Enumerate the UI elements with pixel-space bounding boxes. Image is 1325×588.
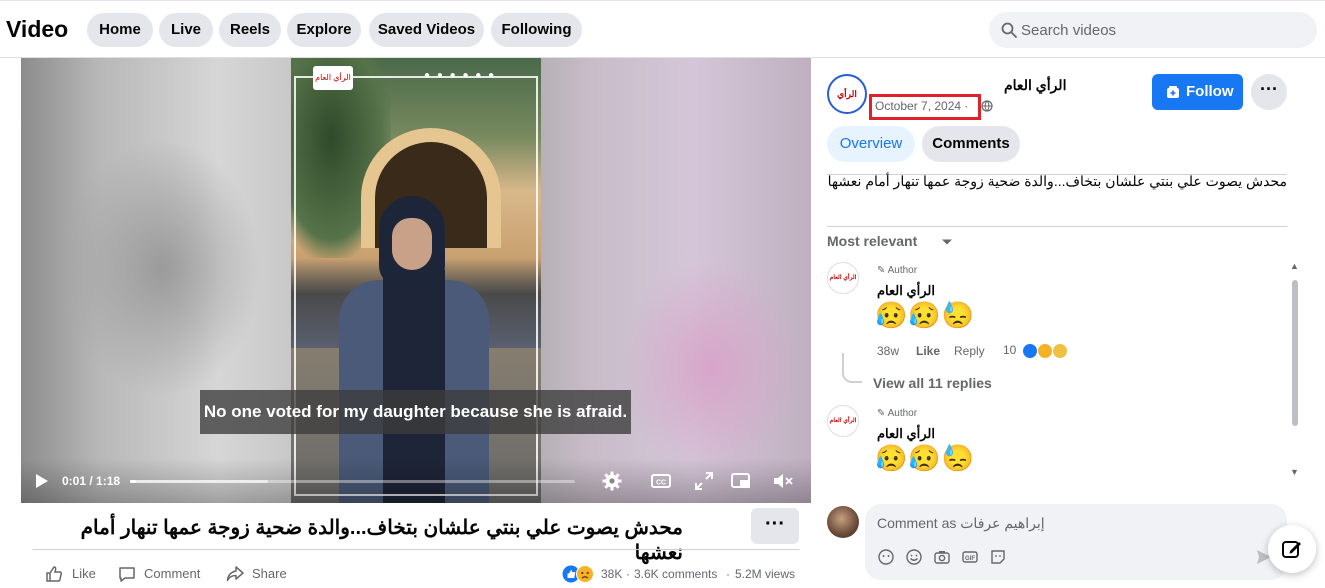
comment-input[interactable] bbox=[877, 508, 1273, 538]
more-options-button[interactable]: ··· bbox=[751, 508, 799, 544]
top-bar: Video Home Live Reels Explore Saved Vide… bbox=[0, 0, 1325, 58]
like-label: Like bbox=[72, 566, 96, 581]
haha-reaction-icon bbox=[1037, 342, 1054, 359]
separator: · bbox=[626, 567, 630, 581]
divider bbox=[827, 226, 1287, 227]
avatar-sticker-icon[interactable] bbox=[877, 548, 895, 566]
channel-watermark-logo: الرأي العام bbox=[313, 66, 353, 90]
view-replies-link[interactable]: View all 11 replies bbox=[873, 375, 992, 391]
pip-icon[interactable] bbox=[730, 470, 752, 492]
nav-reels[interactable]: Reels bbox=[219, 13, 281, 47]
emoji-icon[interactable] bbox=[905, 548, 923, 566]
separator: · bbox=[726, 567, 730, 581]
post-date[interactable]: October 7, 2024 · bbox=[875, 99, 968, 113]
author-badge: ✎ Author bbox=[877, 265, 918, 276]
settings-icon[interactable] bbox=[601, 470, 623, 492]
svg-text:GIF: GIF bbox=[965, 556, 975, 562]
commenter-avatar[interactable]: الرأي العام bbox=[827, 262, 859, 294]
background-blur bbox=[61, 138, 261, 398]
sad-reaction-icon bbox=[1052, 342, 1069, 359]
commenter-avatar[interactable]: الرأي العام bbox=[827, 405, 859, 437]
player-controls: 0:01 / 1:18 CC bbox=[21, 458, 811, 503]
captions-icon[interactable]: CC bbox=[650, 470, 672, 492]
reaction-count[interactable]: 38K bbox=[601, 565, 622, 583]
subtitle-caption: No one voted for my daughter because she… bbox=[200, 390, 631, 434]
page-title: Video bbox=[6, 16, 69, 42]
share-icon bbox=[226, 566, 244, 582]
follow-label: Follow bbox=[1186, 83, 1234, 100]
video-player[interactable]: الرأي العام ● ● ● ● ● ● No one voted for… bbox=[21, 58, 811, 503]
comment-reactions[interactable]: 10 bbox=[1003, 340, 1069, 360]
camera-icon[interactable] bbox=[933, 548, 951, 566]
gif-icon[interactable]: GIF bbox=[961, 548, 979, 566]
social-icons-watermark: ● ● ● ● ● ● bbox=[424, 70, 497, 81]
svg-text:CC: CC bbox=[656, 480, 666, 487]
progress-buffer bbox=[130, 480, 268, 483]
comment-label: Comment bbox=[144, 566, 201, 581]
nav-saved-videos[interactable]: Saved Videos bbox=[369, 13, 484, 47]
play-icon[interactable] bbox=[35, 473, 49, 489]
comments-scrollbar[interactable]: ▲ ▼ bbox=[1290, 262, 1299, 477]
comment-item: الرأي العام ✎ Author الرأي العام 😥😥😓 38w… bbox=[827, 262, 1287, 372]
scroll-thumb[interactable] bbox=[1292, 280, 1298, 426]
scroll-up-arrow-icon[interactable]: ▲ bbox=[1290, 262, 1299, 271]
thumbs-up-icon bbox=[46, 566, 63, 582]
commenter-name[interactable]: الرأي العام bbox=[877, 426, 935, 442]
mute-icon[interactable] bbox=[772, 470, 794, 492]
new-message-button[interactable] bbox=[1268, 525, 1316, 573]
video-frame[interactable]: الرأي العام ● ● ● ● ● ● bbox=[291, 58, 541, 503]
compose-icon bbox=[1282, 541, 1301, 558]
follow-button[interactable]: Follow bbox=[1152, 74, 1243, 110]
view-count: 5.2M views bbox=[735, 567, 796, 581]
nav-live[interactable]: Live bbox=[159, 13, 213, 47]
progress-fill bbox=[130, 480, 136, 483]
video-description: محدش يصوت علي بنتي علشان بتخاف...والدة ض… bbox=[827, 173, 1287, 189]
sort-dropdown[interactable]: Most relevant bbox=[827, 233, 952, 249]
search-icon bbox=[1001, 22, 1017, 38]
nav-explore[interactable]: Explore bbox=[287, 13, 361, 47]
search-bar[interactable] bbox=[989, 12, 1317, 48]
comment-item: الرأي العام ✎ Author الرأي العام 😥😥😓 bbox=[827, 405, 1287, 485]
scroll-down-arrow-icon[interactable]: ▼ bbox=[1290, 468, 1299, 477]
like-button[interactable]: Like bbox=[45, 565, 105, 583]
share-label: Share bbox=[252, 566, 287, 581]
reply-thread-line bbox=[842, 353, 862, 383]
comment-count[interactable]: 3.6K comments bbox=[634, 565, 717, 583]
page-name[interactable]: الرأي العام bbox=[1004, 77, 1066, 94]
nav-following[interactable]: Following bbox=[491, 13, 582, 47]
chevron-down-icon bbox=[942, 239, 952, 245]
author-badge: ✎ Author bbox=[877, 408, 918, 419]
comment-text: 😥😥😓 bbox=[875, 443, 976, 473]
comment-composer[interactable]: GIF bbox=[865, 504, 1287, 580]
comment-like-button[interactable]: Like bbox=[916, 344, 940, 358]
progress-bar[interactable] bbox=[130, 480, 575, 483]
page-avatar[interactable]: الرأي العام bbox=[827, 74, 867, 135]
comment-button[interactable]: Comment bbox=[118, 565, 208, 583]
follow-icon bbox=[1167, 86, 1179, 98]
video-sidebar: الرأي العام الرأي العام October 7, 2024 … bbox=[811, 58, 1325, 588]
like-reaction-icon bbox=[1021, 342, 1038, 359]
globe-icon bbox=[981, 100, 993, 112]
page-menu-button[interactable]: ··· bbox=[1251, 74, 1287, 110]
share-button[interactable]: Share bbox=[226, 565, 296, 583]
comment-time[interactable]: 38w bbox=[877, 344, 899, 358]
comment-text: 😥😥😓 bbox=[875, 300, 976, 330]
user-avatar[interactable] bbox=[827, 506, 859, 538]
divider bbox=[33, 549, 799, 550]
fullscreen-icon[interactable] bbox=[693, 470, 715, 492]
sticker-icon[interactable] bbox=[989, 548, 1007, 566]
video-title: محدش يصوت علي بنتي علشان بتخاف...والدة ض… bbox=[80, 517, 683, 564]
search-input[interactable] bbox=[1021, 12, 1301, 48]
comment-icon bbox=[119, 567, 135, 582]
sad-reaction-icon bbox=[576, 565, 594, 583]
sort-label: Most relevant bbox=[827, 233, 918, 249]
tab-overview[interactable]: Overview bbox=[827, 126, 915, 162]
commenter-name[interactable]: الرأي العام bbox=[877, 283, 935, 299]
comment-reply-button[interactable]: Reply bbox=[954, 344, 985, 358]
reaction-count: 10 bbox=[1003, 343, 1017, 357]
background-blur bbox=[621, 258, 801, 478]
time-readout: 0:01 / 1:18 bbox=[62, 474, 121, 488]
tab-comments[interactable]: Comments bbox=[922, 126, 1020, 162]
nav-home[interactable]: Home bbox=[87, 13, 153, 47]
